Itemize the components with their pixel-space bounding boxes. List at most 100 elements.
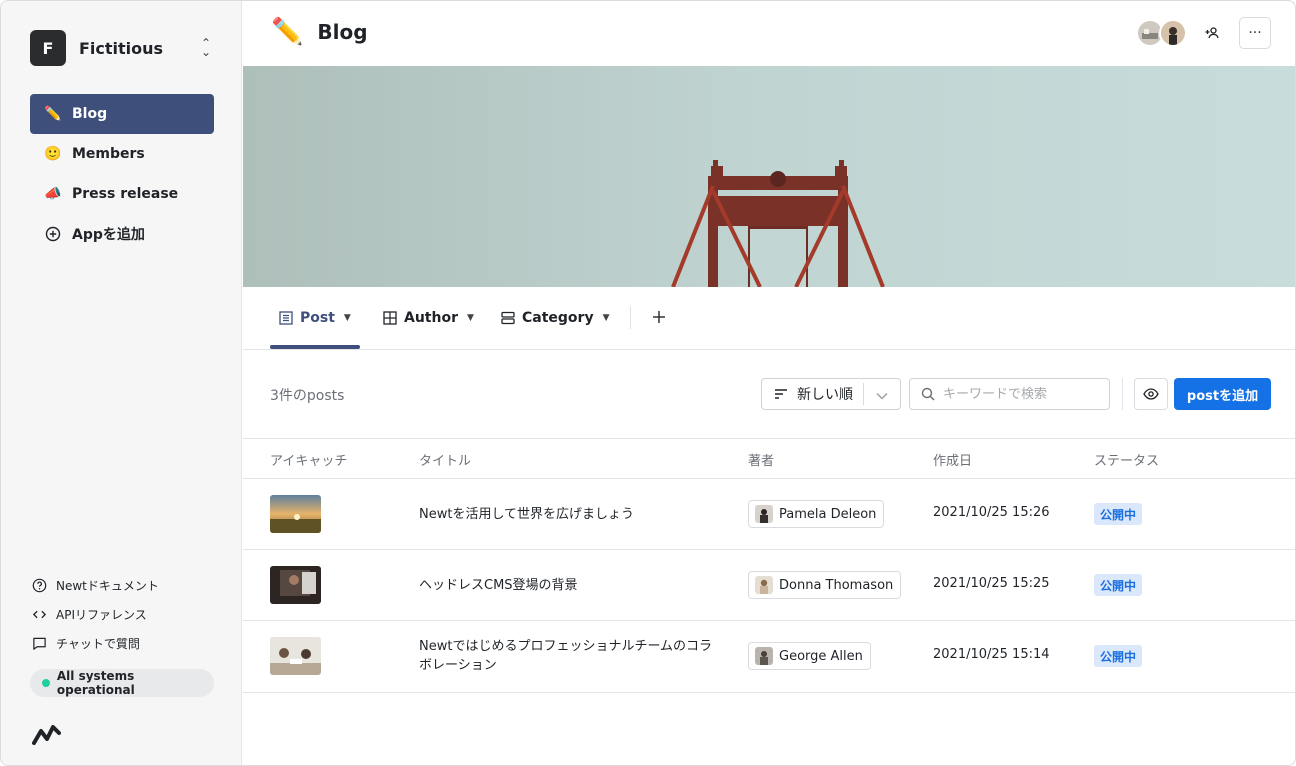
workspace-switcher[interactable]: F Fictitious ⌃ ⌄ <box>30 30 214 66</box>
table-list-icon <box>278 310 294 326</box>
more-options-button[interactable]: ··· <box>1239 17 1271 49</box>
chat-link[interactable]: チャットで質問 <box>30 629 214 658</box>
pencil-icon: ✏️ <box>271 17 304 47</box>
column-header: 作成日 <box>933 454 973 469</box>
chevron-down-icon <box>875 389 889 400</box>
sidebar-item-members[interactable]: 🙂 Members <box>30 134 214 174</box>
sort-label: 新しい順 <box>797 387 853 403</box>
sidebar-item-label: Press release <box>72 186 179 202</box>
invite-member-button[interactable] <box>1201 22 1223 44</box>
sidebar-item-add-app[interactable]: Appを追加 <box>30 214 214 254</box>
link-label: Newtドキュメント <box>56 579 159 593</box>
toolbar-divider <box>1122 378 1123 410</box>
sidebar-item-label: Appを追加 <box>72 227 145 243</box>
author-chip[interactable]: Donna Thomason <box>748 571 902 599</box>
post-title: ヘッドレスCMS登場の背景 <box>419 578 578 593</box>
column-header: タイトル <box>419 454 472 469</box>
tab-divider <box>630 306 631 329</box>
tab-post[interactable]: Post ▼ <box>278 287 351 349</box>
code-icon <box>30 606 48 624</box>
link-label: APIリファレンス <box>56 608 147 622</box>
sort-separator <box>863 383 864 405</box>
avatar <box>755 576 773 594</box>
help-circle-icon <box>30 577 48 595</box>
created-date: 2021/10/25 15:26 <box>933 505 1050 520</box>
header-actions: ··· <box>1136 17 1271 49</box>
help-links: Newtドキュメント APIリファレンス チャットで質問 <box>30 571 214 658</box>
author-name: Donna Thomason <box>779 577 894 593</box>
table-row[interactable]: Newtではじめるプロフェッショナルチームのコラボレーション George Al… <box>243 621 1295 693</box>
grid-icon <box>382 310 398 326</box>
avatar <box>755 505 773 523</box>
author-name: George Allen <box>779 648 863 664</box>
plus-circle-icon <box>44 225 62 243</box>
system-status[interactable]: All systems operational <box>30 669 214 697</box>
page-title-text: Blog <box>317 20 368 44</box>
docs-link[interactable]: Newtドキュメント <box>30 571 214 600</box>
sort-select[interactable]: 新しい順 <box>761 378 901 410</box>
column-header: ステータス <box>1094 454 1160 469</box>
tab-author[interactable]: Author ▼ <box>382 287 474 349</box>
posts-table: アイキャッチ タイトル 著者 作成日 ステータス Newtを活用して世界を広げま… <box>243 439 1295 693</box>
workspace-name: Fictitious <box>79 38 164 58</box>
ellipsis-icon: ··· <box>1248 25 1262 41</box>
sidebar-item-blog[interactable]: ✏️ Blog <box>30 94 214 134</box>
page-title: ✏️ Blog <box>271 17 368 47</box>
created-date: 2021/10/25 15:25 <box>933 576 1050 591</box>
page-header: ✏️ Blog ··· <box>243 1 1295 66</box>
search-box <box>909 378 1110 410</box>
item-count: 3件のposts <box>270 388 345 404</box>
cover-image <box>243 66 1295 287</box>
link-label: チャットで質問 <box>56 637 140 651</box>
author-name: Pamela Deleon <box>779 506 877 522</box>
status-dot-icon <box>42 679 50 687</box>
sidebar-item-press-release[interactable]: 📣 Press release <box>30 174 214 214</box>
sidebar-item-label: Blog <box>72 106 108 122</box>
post-title: Newtではじめるプロフェッショナルチームのコラボレーション <box>419 639 713 673</box>
tab-label: Author <box>404 310 458 326</box>
table-header: アイキャッチ タイトル 著者 作成日 ステータス <box>243 439 1295 479</box>
megaphone-icon: 📣 <box>44 186 62 202</box>
column-header: アイキャッチ <box>270 454 348 469</box>
sidebar-item-label: Members <box>72 146 145 162</box>
add-post-button[interactable]: postを追加 <box>1174 378 1271 410</box>
status-badge: 公開中 <box>1094 503 1143 525</box>
collection-tabs: Post ▼ Author ▼ Category ▼ <box>243 287 1295 350</box>
active-tab-indicator <box>270 345 360 349</box>
visibility-toggle-button[interactable] <box>1134 378 1168 410</box>
table-row[interactable]: ヘッドレスCMS登場の背景 Donna Thomason 2021/10/25 … <box>243 550 1295 621</box>
status-badge: 公開中 <box>1094 574 1143 596</box>
tab-label: Post <box>300 310 335 326</box>
rows-icon <box>500 310 516 326</box>
tab-label: Category <box>522 310 594 326</box>
search-input[interactable] <box>943 386 1093 402</box>
table-row[interactable]: Newtを活用して世界を広げましょう Pamela Deleon 2021/10… <box>243 479 1295 550</box>
eye-icon <box>1143 388 1159 400</box>
status-label: All systems operational <box>56 669 135 697</box>
author-chip[interactable]: George Allen <box>748 642 871 670</box>
add-collection-button[interactable] <box>648 306 670 328</box>
main-content: ✏️ Blog ··· Post ▼ Author ▼ Category ▼ 3… <box>243 1 1295 765</box>
workspace-logo: F <box>30 30 66 66</box>
status-badge: 公開中 <box>1094 645 1143 667</box>
column-header: 著者 <box>748 454 775 469</box>
eyecatch-thumbnail <box>270 637 321 675</box>
newt-logo-icon <box>32 719 64 747</box>
caret-down-icon: ▼ <box>343 313 351 323</box>
chevron-up-down-icon: ⌃ ⌄ <box>200 36 212 59</box>
avatar[interactable] <box>1159 19 1187 47</box>
list-toolbar: 3件のposts 新しい順 postを追加 <box>243 350 1295 439</box>
eyecatch-thumbnail <box>270 495 321 533</box>
sidebar-nav: ✏️ Blog 🙂 Members 📣 Press release Appを追加 <box>30 94 214 254</box>
plus-icon <box>653 311 665 323</box>
avatar <box>755 647 773 665</box>
smiley-icon: 🙂 <box>44 146 62 162</box>
pencil-icon: ✏️ <box>44 106 62 122</box>
sidebar: F Fictitious ⌃ ⌄ ✏️ Blog 🙂 Members 📣 Pres… <box>1 1 242 765</box>
caret-down-icon: ▼ <box>466 313 474 323</box>
post-title: Newtを活用して世界を広げましょう <box>419 507 635 522</box>
api-reference-link[interactable]: APIリファレンス <box>30 600 214 629</box>
tab-category[interactable]: Category ▼ <box>500 287 610 349</box>
chat-icon <box>30 635 48 653</box>
author-chip[interactable]: Pamela Deleon <box>748 500 885 528</box>
